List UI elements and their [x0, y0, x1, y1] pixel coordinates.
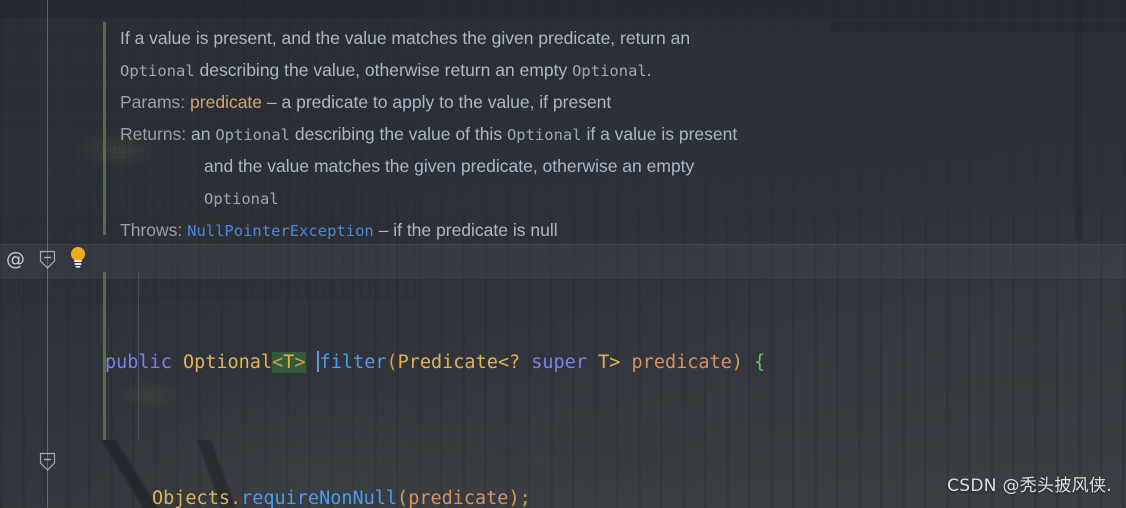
method-name-filter: filter [319, 352, 387, 373]
javadoc-returns-label: Returns: [120, 124, 187, 144]
javadoc-summary-text-1: If a value is present, and the value mat… [120, 28, 691, 48]
text-caret [316, 351, 319, 372]
javadoc-returns-optional-c: Optional [204, 190, 279, 208]
arg-predicate-1: predicate [408, 488, 509, 508]
arg-type-predicate: Predicate<? [397, 352, 521, 373]
generic-open-bracket: < [272, 352, 284, 373]
generic-type-param: T [283, 352, 295, 373]
javadoc-summary-line-2: Optional describing the value, otherwise… [120, 54, 980, 86]
javadoc-params-label: Params: [120, 92, 186, 112]
type-param-t: T> [598, 352, 621, 373]
kw-public: public [105, 352, 172, 373]
source-code-area[interactable]: public Optional<T> filter(Predicate<? su… [0, 244, 1126, 508]
code-editor[interactable]: @ If a value is present, and the value m… [0, 0, 1126, 508]
paren-close: ) [731, 352, 743, 373]
javadoc-returns-text-a: an [186, 124, 216, 144]
dot-1: . [229, 488, 242, 508]
csdn-watermark: CSDN @秃头披风侠. [947, 476, 1112, 496]
type-optional: Optional [182, 352, 273, 373]
paren-close-2: ) [508, 488, 520, 508]
javadoc-summary-line-1: If a value is present, and the value mat… [120, 22, 980, 54]
javadoc-returns-text-d: and the value matches the given predicat… [204, 156, 695, 176]
javadoc-exception-link[interactable]: NullPointerException [187, 222, 374, 240]
paren-open-2: ( [397, 488, 409, 508]
javadoc-returns-line-3: Optional [120, 182, 980, 214]
semicolon-1: ; [519, 488, 531, 508]
javadoc-throws-label: Throws: [120, 220, 183, 240]
method-require-non-null: requireNonNull [241, 488, 398, 508]
javadoc-optional-token-a: Optional [120, 62, 195, 80]
javadoc-returns-text-b: describing the value of this [290, 124, 507, 144]
kw-super: super [531, 352, 587, 373]
type-objects: Objects [152, 488, 230, 508]
javadoc-returns-optional-b: Optional [506, 126, 582, 144]
javadoc-params-line: Params: predicate – a predicate to apply… [120, 86, 980, 118]
brace-open: { [754, 352, 766, 373]
javadoc-optional-token-b: Optional [572, 62, 647, 80]
javadoc-summary-period: . [646, 60, 652, 80]
javadoc-param-name: predicate [190, 92, 263, 112]
javadoc-returns-line-2: and the value matches the given predicat… [120, 150, 980, 182]
javadoc-returns-line-1: Returns: an Optional describing the valu… [120, 118, 980, 150]
vcs-change-bar-top[interactable] [103, 22, 106, 235]
javadoc-returns-optional-a: Optional [215, 126, 290, 144]
javadoc-param-desc: – a predicate to apply to the value, if … [262, 92, 612, 112]
generic-close-bracket: > [294, 352, 306, 373]
arg-name-predicate: predicate [631, 352, 732, 373]
javadoc-rendered-view: If a value is present, and the value mat… [120, 22, 980, 260]
paren-open: ( [386, 352, 398, 373]
javadoc-throws-desc: – if the predicate is null [373, 220, 558, 240]
javadoc-returns-text-c: if a value is present [581, 124, 738, 144]
javadoc-summary-text-2: describing the value, otherwise return a… [194, 60, 573, 80]
code-line-signature[interactable]: public Optional<T> filter(Predicate<? su… [0, 346, 1126, 380]
